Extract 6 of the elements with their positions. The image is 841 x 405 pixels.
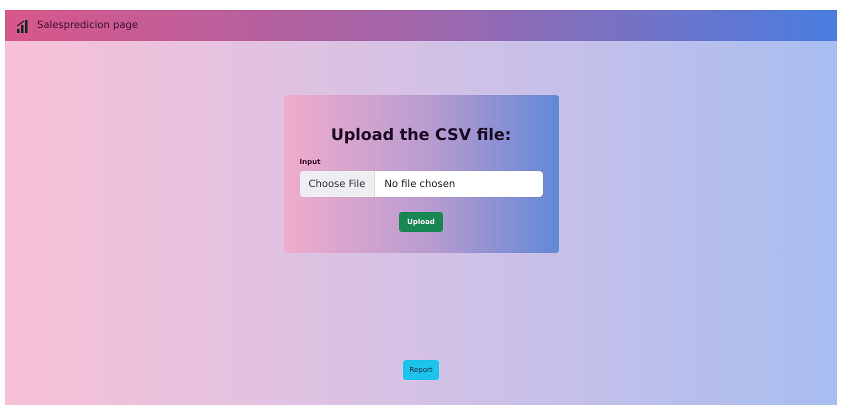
- card-heading: Upload the CSV file:: [330, 125, 512, 144]
- file-input[interactable]: Choose File No file chosen: [300, 171, 542, 197]
- bar-chart-icon: [17, 18, 29, 32]
- file-status-text: No file chosen: [383, 178, 456, 192]
- navbar-brand[interactable]: Salespredicion page: [37, 20, 138, 31]
- choose-file-button[interactable]: Choose File: [300, 171, 376, 197]
